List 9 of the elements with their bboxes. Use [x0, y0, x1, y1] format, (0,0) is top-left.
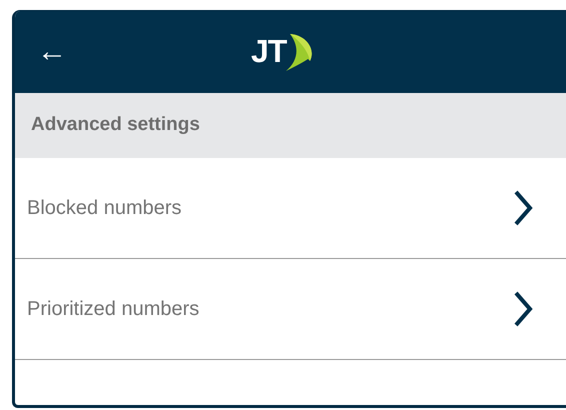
settings-row[interactable]: Blocked numbers	[15, 158, 566, 259]
row-label: Blocked numbers	[27, 196, 182, 221]
settings-row[interactable]: Prioritized numbers	[15, 259, 566, 360]
logo-text: JT	[251, 35, 286, 67]
chevron-right-icon	[512, 188, 534, 228]
section-title: Advanced settings	[31, 113, 200, 138]
chevron-right-icon	[512, 289, 534, 329]
back-button[interactable]: ←	[37, 37, 67, 67]
row-label: Prioritized numbers	[27, 297, 200, 322]
